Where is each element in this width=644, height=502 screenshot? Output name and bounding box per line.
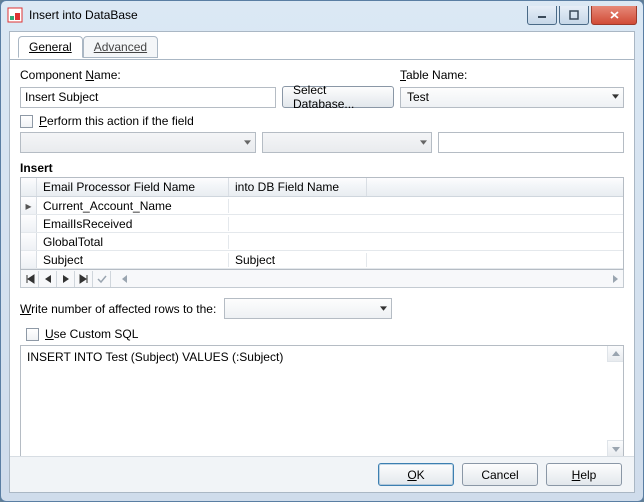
sql-text: INSERT INTO Test (Subject) VALUES (:Subj… [27,350,283,364]
titlebar[interactable]: Insert into DataBase [1,1,643,29]
nav-confirm-button[interactable] [93,271,111,287]
write-rows-combo[interactable] [224,298,392,319]
app-icon [7,7,23,23]
table-row[interactable]: GlobalTotal [21,233,623,251]
nav-prev-button[interactable] [39,271,57,287]
table-row[interactable]: SubjectSubject [21,251,623,269]
grid-hscroll[interactable] [111,274,623,284]
custom-sql-label: Use Custom SQL [45,327,138,341]
chevron-down-icon [244,140,251,146]
table-row[interactable]: ▸Current_Account_Name [21,197,623,215]
scroll-right-icon [611,274,619,284]
scroll-down-button[interactable] [607,440,623,456]
chevron-down-icon [612,94,619,100]
grid-navigator [20,270,624,288]
tab-general[interactable]: General [18,36,83,58]
chevron-down-icon [380,306,387,312]
select-database-button[interactable]: Select Database... [282,86,394,108]
field-mapping-grid: Email Processor Field Name into DB Field… [20,177,624,270]
row-indicator-icon: ▸ [21,197,37,214]
scroll-left-icon [121,274,129,284]
write-rows-label: Write number of affected rows to the: [20,302,216,316]
perform-label: Perform this action if the field [39,114,194,128]
minimize-button[interactable] [527,6,557,25]
grid-header: Email Processor Field Name into DB Field… [21,178,623,197]
dialog-window: Insert into DataBase GeneralAdvanced Com… [0,0,644,502]
maximize-button[interactable] [559,6,589,25]
component-name-input[interactable]: Insert Subject [20,87,276,108]
nav-next-button[interactable] [57,271,75,287]
perform-value-input[interactable] [438,132,624,153]
grid-col-1[interactable]: Email Processor Field Name [37,178,229,196]
table-name-combo[interactable]: Test [400,87,624,108]
scroll-up-button[interactable] [607,346,623,362]
insert-section-label: Insert [20,161,624,175]
help-button[interactable]: Help [546,463,622,486]
perform-op-combo[interactable] [262,132,432,153]
chevron-down-icon [420,140,427,146]
tabstrip: GeneralAdvanced [10,36,634,60]
cancel-button[interactable]: Cancel [462,463,538,486]
grid-body: ▸Current_Account_Name EmailIsReceived Gl… [21,197,623,269]
nav-last-button[interactable] [75,271,93,287]
table-name-label: Table Name: [400,68,467,82]
window-buttons [527,6,637,25]
custom-sql-checkbox[interactable] [26,328,39,341]
component-name-label: Component Name: [20,68,400,82]
perform-checkbox[interactable] [20,115,33,128]
client-area: GeneralAdvanced Component Name: Table Na… [9,31,635,493]
table-name-value: Test [407,90,429,104]
table-row[interactable]: EmailIsReceived [21,215,623,233]
sql-textarea[interactable]: INSERT INTO Test (Subject) VALUES (:Subj… [20,345,624,457]
close-button[interactable] [591,6,637,25]
grid-col-2[interactable]: into DB Field Name [229,178,367,196]
tab-advanced[interactable]: Advanced [83,36,158,58]
nav-first-button[interactable] [21,271,39,287]
dialog-footer: OK Cancel Help [10,456,634,492]
window-title: Insert into DataBase [29,8,527,22]
perform-field-combo[interactable] [20,132,256,153]
ok-button[interactable]: OK [378,463,454,486]
tab-content: Component Name: Table Name: Insert Subje… [10,60,634,461]
